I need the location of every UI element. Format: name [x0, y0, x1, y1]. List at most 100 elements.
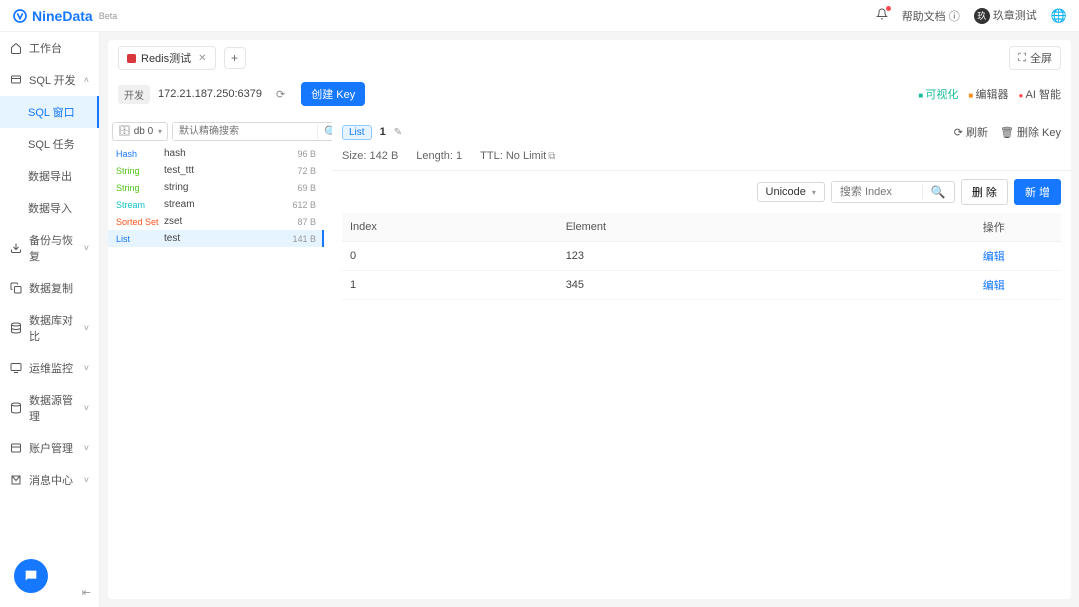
edit-key-icon[interactable]: ✎ [394, 127, 402, 138]
question-icon: ⓘ [949, 11, 960, 23]
fullscreen-icon: ⛶ [1018, 52, 1026, 65]
key-row[interactable]: Streamstream612 B [108, 196, 324, 213]
close-tab-icon[interactable]: ✕ [198, 53, 206, 64]
key-list-panel: 🗄 db 0 ▾ 🔍 Hashhash96 BStringtest_ttt72 … [108, 118, 324, 599]
sidebar-item[interactable]: 运维监控˅ [0, 352, 99, 384]
refresh-icon: ⟳ [954, 126, 963, 139]
chat-fab-button[interactable] [14, 559, 48, 593]
tab-label: Redis测试 [141, 50, 191, 66]
help-link[interactable]: 帮助文档 ⓘ [902, 8, 960, 24]
chevron-down-icon: ▾ [812, 188, 816, 197]
sidebar-item[interactable]: 数据导出 [0, 160, 99, 192]
key-name: 1 [380, 126, 386, 138]
sidebar-item-label: 运维监控 [29, 360, 73, 376]
delete-key-button[interactable]: 🗑删除 Key [1000, 124, 1061, 140]
create-key-button[interactable]: 创建 Key [301, 82, 365, 106]
database-icon: 🗄 [118, 126, 131, 137]
key-type: Stream [116, 200, 164, 210]
chevron-down-icon: ˅ [84, 323, 89, 333]
add-tab-button[interactable]: + [224, 47, 246, 69]
chat-icon [23, 568, 39, 584]
key-row[interactable]: Stringstring69 B [108, 179, 324, 196]
sidebar-item-label: 数据导入 [28, 200, 72, 216]
key-type: Hash [116, 149, 164, 159]
home-icon [10, 42, 23, 54]
sidebar: 工作台 SQL 开发˄ SQL 窗口 SQL 任务数据导出数据导入备份与恢复˅数据复制… [0, 32, 100, 607]
cell-index: 1 [342, 271, 558, 300]
key-type: String [116, 166, 164, 176]
add-row-button[interactable]: 新 增 [1014, 179, 1061, 205]
avatar-icon: 玖 [974, 8, 990, 24]
editor-mode-link[interactable]: 编辑器 [968, 86, 1008, 102]
key-size: 72 B [297, 166, 316, 176]
col-index: Index [342, 213, 558, 242]
sidebar-item-label: 账户管理 [29, 440, 73, 456]
delete-row-button[interactable]: 删 除 [961, 179, 1008, 205]
key-type-pill: List [342, 125, 372, 140]
edit-row-link[interactable]: 编辑 [983, 251, 1005, 263]
index-search-input[interactable] [832, 182, 922, 202]
search-icon[interactable]: 🔍 [922, 185, 954, 199]
chevron-down-icon: ˅ [84, 403, 89, 413]
key-row[interactable]: Stringtest_ttt72 B [108, 162, 324, 179]
key-size: 69 B [297, 183, 316, 193]
editor-tabs: Redis测试 ✕ + ⛶ 全屏 [108, 40, 1071, 76]
key-size: 87 B [297, 217, 316, 227]
table-row: 1345编辑 [342, 271, 1061, 300]
sidebar-item[interactable]: SQL 窗口 [0, 96, 99, 128]
key-search[interactable]: 🔍 [172, 122, 346, 141]
fullscreen-button[interactable]: ⛶ 全屏 [1009, 46, 1061, 70]
brand-logo[interactable]: NineData Beta [12, 8, 117, 24]
logo-icon [12, 8, 28, 24]
sidebar-item[interactable]: 备份与恢复˅ [0, 224, 99, 272]
key-row[interactable]: Sorted Setzset87 B [108, 213, 324, 230]
notification-bell-icon[interactable] [876, 8, 888, 23]
chevron-down-icon: ˅ [84, 443, 89, 453]
sidebar-item[interactable]: 工作台 [0, 32, 99, 64]
encoding-select[interactable]: Unicode ▾ [757, 182, 825, 202]
refresh-key-button[interactable]: ⟳刷新 [954, 124, 988, 140]
sidebar-item[interactable]: 数据导入 [0, 192, 99, 224]
external-link-icon[interactable]: ⧉ [548, 151, 555, 162]
col-op: 操作 [975, 213, 1061, 242]
compare-icon [10, 322, 23, 334]
ai-mode-link[interactable]: AI 智能 [1018, 86, 1061, 102]
sidebar-item[interactable]: 数据库对比˅ [0, 304, 99, 352]
chevron-up-icon: ˄ [84, 75, 89, 85]
sidebar-item[interactable]: 消息中心˅ [0, 464, 99, 496]
sidebar-item[interactable]: 数据复制 [0, 272, 99, 304]
connection-host: 172.21.187.250:6379 [158, 88, 262, 100]
key-row[interactable]: Listtest141 B [108, 230, 324, 247]
refresh-connection-icon[interactable]: ⟳ [276, 88, 285, 101]
tab-redis-test[interactable]: Redis测试 ✕ [118, 46, 216, 70]
trash-icon: 🗑 [1000, 126, 1014, 139]
brand-name: NineData [32, 8, 93, 24]
redis-icon [127, 54, 136, 63]
sidebar-item-label: SQL 窗口 [28, 104, 75, 120]
sidebar-item[interactable]: SQL 开发˄ [0, 64, 99, 96]
key-search-input[interactable] [173, 123, 317, 140]
key-row[interactable]: Hashhash96 B [108, 145, 324, 162]
col-element: Element [558, 213, 975, 242]
db-select[interactable]: 🗄 db 0 ▾ [112, 122, 168, 141]
sidebar-item[interactable]: SQL 任务 [0, 128, 99, 160]
index-search[interactable]: 🔍 [831, 181, 955, 203]
sidebar-item-label: 数据库对比 [29, 312, 84, 344]
visual-mode-link[interactable]: 可视化 [918, 86, 958, 102]
sidebar-item-label: 数据导出 [28, 168, 72, 184]
sidebar-item[interactable]: 账户管理 ˅ [0, 432, 99, 464]
key-name: hash [164, 148, 297, 159]
sidebar-item-label: SQL 任务 [28, 136, 75, 152]
edit-row-link[interactable]: 编辑 [983, 280, 1005, 292]
language-icon[interactable]: 🌐 [1051, 8, 1067, 24]
table-row: 0123编辑 [342, 242, 1061, 271]
sql-icon [10, 74, 23, 86]
key-size: 141 B [292, 234, 316, 244]
user-menu[interactable]: 玖 玖章测试 [974, 7, 1037, 24]
sidebar-item[interactable]: 数据源管理˅ [0, 384, 99, 432]
key-name: test_ttt [164, 165, 297, 176]
collapse-sidebar-icon[interactable]: ⇤ [82, 586, 91, 599]
beta-badge: Beta [99, 11, 118, 21]
message-icon [10, 474, 23, 486]
sidebar-item-label: 工作台 [29, 40, 62, 56]
